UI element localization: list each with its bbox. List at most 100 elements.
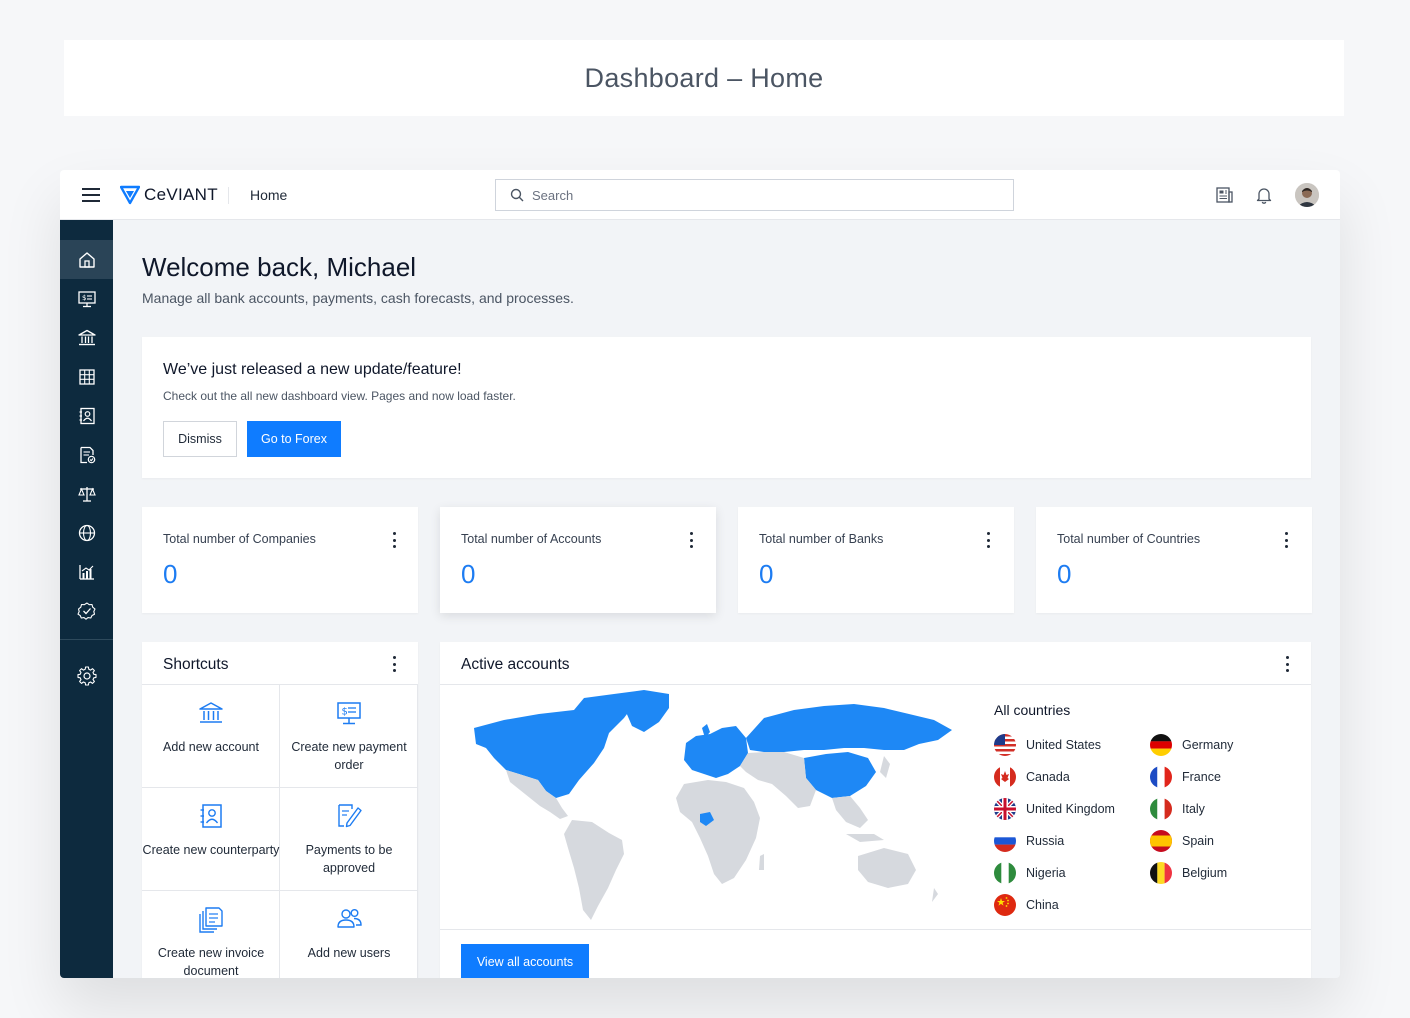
panel-divider (440, 684, 1311, 685)
view-all-accounts-button[interactable]: View all accounts (461, 944, 589, 978)
map-region-indonesia (846, 834, 884, 842)
ca-flag-icon (994, 766, 1016, 788)
shortcut-create-counterparty[interactable]: Create new counterparty (142, 788, 280, 891)
sidebar-divider (60, 639, 113, 640)
brand-name: CeVIANT (144, 185, 218, 204)
bell-icon[interactable] (1254, 185, 1274, 205)
shortcuts-title: Shortcuts (163, 656, 229, 673)
country-item[interactable]: Belgium (1150, 862, 1227, 884)
stat-value: 0 (163, 559, 178, 589)
brand-logo[interactable]: CeVIANT (120, 184, 218, 206)
gear-icon (76, 665, 97, 686)
shortcut-payments-to-approve[interactable]: Payments to be approved (280, 788, 418, 891)
go-to-forex-button[interactable]: Go to Forex (247, 421, 341, 457)
svg-text:$: $ (342, 707, 348, 718)
be-flag-icon (1150, 862, 1172, 884)
stat-card-accounts: Total number of Accounts 0 (440, 507, 716, 613)
country-name: United States (1026, 738, 1102, 752)
sidebar-item-global[interactable] (60, 513, 113, 552)
shortcut-label: Create new payment order (291, 740, 407, 772)
news-icon[interactable] (1214, 185, 1234, 205)
contact-book-icon (200, 804, 222, 828)
country-item[interactable]: Canada (994, 766, 1070, 788)
sidebar-item-home[interactable] (60, 240, 113, 279)
stat-value: 0 (1057, 559, 1072, 589)
invoice-stack-icon (199, 907, 223, 933)
sidebar-item-analytics[interactable] (60, 552, 113, 591)
ceviant-logo-icon (120, 185, 140, 205)
breadcrumb-home[interactable]: Home (250, 187, 287, 203)
active-accounts-panel: Active accounts All countries United Sta… (440, 642, 1311, 978)
map-region-africa (676, 780, 760, 884)
it-flag-icon (1150, 798, 1172, 820)
shortcut-add-users[interactable]: Add new users (280, 891, 418, 978)
globe-icon (78, 524, 95, 541)
more-options-icon[interactable] (1281, 655, 1293, 673)
map-region-se-asia (832, 796, 868, 828)
active-accounts-title: Active accounts (461, 656, 570, 673)
shortcut-label: Create new counterparty (142, 843, 280, 857)
more-options-icon[interactable] (388, 531, 400, 549)
country-item[interactable]: France (1150, 766, 1221, 788)
user-avatar[interactable] (1295, 183, 1319, 207)
more-options-icon[interactable] (685, 531, 697, 549)
country-item[interactable]: Italy (1150, 798, 1205, 820)
map-region-north-america (474, 694, 639, 798)
more-options-icon[interactable] (388, 655, 400, 673)
fr-flag-icon (1150, 766, 1172, 788)
hamburger-menu-icon[interactable] (82, 188, 100, 202)
map-region-russia (746, 704, 952, 752)
more-options-icon[interactable] (982, 531, 994, 549)
country-item[interactable]: United States (994, 734, 1101, 756)
sidebar-item-payments[interactable]: $ (60, 279, 113, 318)
home-icon (78, 251, 95, 268)
country-item[interactable]: Nigeria (994, 862, 1066, 884)
badge-check-icon (76, 601, 96, 620)
welcome-subtitle: Manage all bank accounts, payments, cash… (142, 290, 574, 306)
page-banner: Dashboard – Home (64, 40, 1344, 116)
country-item[interactable]: Spain (1150, 830, 1214, 852)
cn-flag-icon (994, 894, 1016, 916)
stat-label: Total number of Accounts (461, 532, 602, 546)
stat-value: 0 (759, 559, 774, 589)
country-name: Italy (1182, 802, 1205, 816)
shortcut-create-payment-order[interactable]: $ Create new payment order (280, 685, 418, 788)
dismiss-button[interactable]: Dismiss (163, 421, 237, 457)
scales-icon (77, 486, 96, 502)
shortcut-create-invoice[interactable]: Create new invoice document (142, 891, 280, 978)
country-item[interactable]: China (994, 894, 1059, 916)
sidebar-item-tables[interactable] (60, 357, 113, 396)
sidebar-item-counterparties[interactable] (60, 396, 113, 435)
sidebar-item-settings[interactable] (60, 656, 113, 695)
map-region-europe (684, 726, 748, 778)
search-box[interactable] (495, 179, 1014, 211)
shortcut-add-account[interactable]: Add new account (142, 685, 280, 788)
country-name: Belgium (1182, 866, 1228, 880)
more-options-icon[interactable] (1280, 531, 1292, 549)
sidebar-item-compliance[interactable] (60, 474, 113, 513)
country-name: Spain (1182, 834, 1214, 848)
stat-label: Total number of Companies (163, 532, 316, 546)
signature-pen-icon (338, 804, 362, 828)
stat-card-banks: Total number of Banks 0 (738, 507, 1014, 613)
shortcut-label: Add new account (163, 740, 259, 754)
country-item[interactable]: Germany (1150, 734, 1233, 756)
page-title: Dashboard – Home (584, 62, 824, 93)
sidebar-item-banks[interactable] (60, 318, 113, 357)
sidebar-item-approvals[interactable] (60, 591, 113, 630)
search-input[interactable] (532, 187, 992, 203)
de-flag-icon (1150, 734, 1172, 756)
shortcut-label: Payments to be approved (305, 843, 393, 875)
sidebar: $ (60, 220, 113, 978)
country-name: Nigeria (1026, 866, 1066, 880)
update-body: Check out the all new dashboard view. Pa… (163, 389, 516, 403)
bank-icon (199, 702, 223, 723)
country-item[interactable]: United Kingdom (994, 798, 1115, 820)
map-region-japan (880, 756, 890, 778)
sidebar-item-documents[interactable] (60, 435, 113, 474)
map-region-madagascar (759, 854, 764, 870)
country-item[interactable]: Russia (994, 830, 1064, 852)
stat-label: Total number of Countries (1057, 532, 1201, 546)
grid-table-icon (78, 368, 95, 385)
country-name: United Kingdom (1026, 802, 1115, 816)
